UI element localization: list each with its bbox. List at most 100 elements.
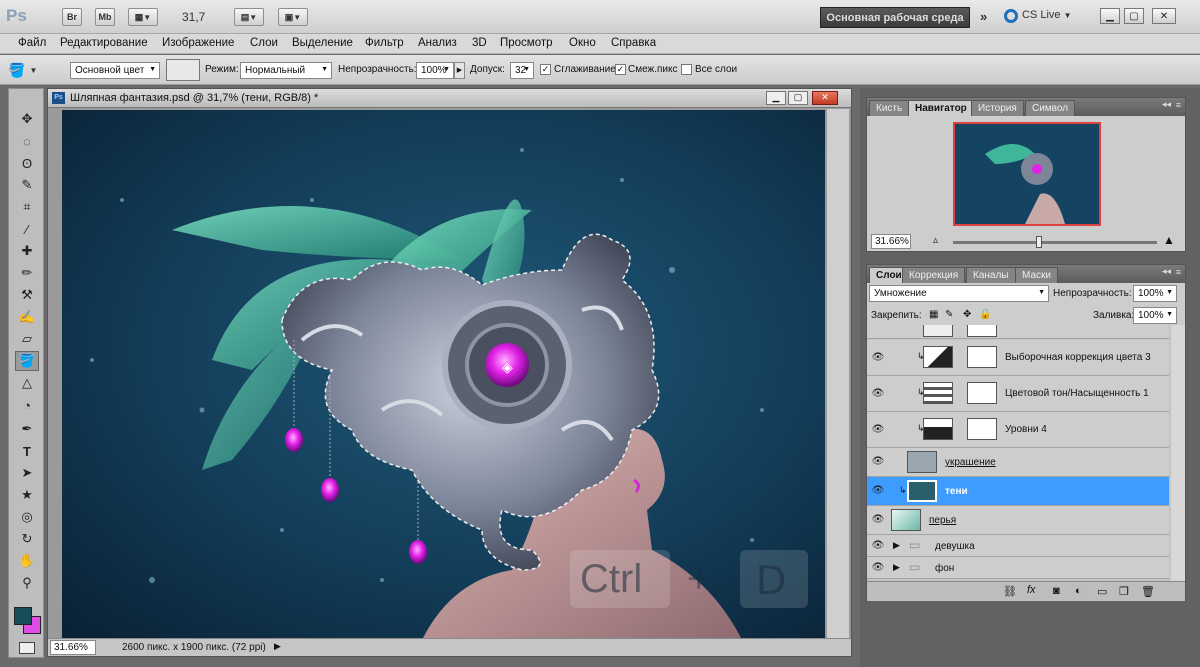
vertical-scrollbar[interactable] (827, 109, 849, 639)
layer-row-partial[interactable] (867, 325, 1169, 339)
new-layer-icon[interactable]: ❐ (1119, 585, 1129, 598)
bridge-button[interactable]: Br (62, 8, 82, 26)
menu-layer[interactable]: Слои (250, 37, 278, 49)
doc-minimize-button[interactable]: ▁ (766, 91, 786, 105)
eraser-tool-icon[interactable]: ▱ (15, 329, 39, 349)
menu-image[interactable]: Изображение (162, 37, 234, 49)
type-tool-icon[interactable]: T (15, 441, 39, 461)
menu-view[interactable]: Просмотр (500, 37, 553, 49)
status-zoom-input[interactable]: 31.66% (50, 640, 96, 655)
image-canvas[interactable]: ◈ Ctrl + D (62, 110, 825, 640)
zoom-tool-icon[interactable]: ⚲ (15, 573, 39, 593)
fill-source-select[interactable]: Основной цвет (70, 62, 160, 79)
eye-icon[interactable]: 👁 (871, 388, 885, 400)
collapse-panel-icon[interactable]: ◂◂ (1162, 99, 1171, 110)
tool-preset-picker[interactable]: 🪣 ▼ (8, 60, 56, 80)
menu-analysis[interactable]: Анализ (418, 37, 457, 49)
foreground-color-swatch[interactable] (14, 607, 32, 625)
minibridge-button[interactable]: Mb (95, 8, 115, 26)
layer-row-hue-saturation[interactable]: 👁 ↳ Цветовой тон/Насыщенность 1 (867, 376, 1169, 412)
tab-navigator[interactable]: Навигатор (908, 100, 974, 116)
add-mask-icon[interactable]: ◙ (1053, 585, 1060, 597)
menu-filter[interactable]: Фильтр (365, 37, 404, 49)
tab-character[interactable]: Символ (1025, 100, 1076, 116)
zoom-in-icon[interactable]: ▲ (1163, 233, 1175, 247)
zoom-slider-thumb[interactable] (1036, 236, 1043, 248)
healing-brush-tool-icon[interactable]: ✚ (15, 241, 39, 261)
layer-name[interactable]: Уровни 4 (1005, 424, 1047, 435)
history-brush-tool-icon[interactable]: ✍ (15, 307, 39, 327)
close-button[interactable]: ✕ (1152, 8, 1176, 24)
menu-edit[interactable]: Редактирование (60, 37, 148, 49)
layer-name[interactable]: тени (945, 486, 968, 497)
lasso-tool-icon[interactable]: ʘ (15, 153, 39, 173)
path-selection-tool-icon[interactable]: ➤ (15, 463, 39, 483)
collapse-panel-icon[interactable]: ◂◂ (1162, 266, 1171, 277)
navigator-zoom-input[interactable]: 31.66% (871, 234, 911, 249)
new-adjustment-icon[interactable]: ◐ (1075, 585, 1082, 597)
quick-selection-tool-icon[interactable]: ✎ (15, 175, 39, 195)
more-workspaces-icon[interactable]: » (980, 9, 987, 24)
lock-all-icon[interactable]: 🔒 (979, 309, 991, 320)
tolerance-input[interactable]: 32 (510, 62, 534, 79)
menu-window[interactable]: Окно (569, 37, 596, 49)
extras-button[interactable]: ▦ ▼ (128, 8, 158, 26)
cs-live-menu[interactable]: CS Live ▼ (1022, 9, 1072, 21)
maximize-button[interactable]: ▢ (1124, 8, 1144, 24)
menu-3d[interactable]: 3D (472, 37, 487, 49)
layer-style-icon[interactable]: fx (1027, 584, 1036, 596)
workspace-switcher[interactable]: Основная рабочая среда (820, 7, 970, 28)
blur-tool-icon[interactable]: △ (15, 373, 39, 393)
tab-brush[interactable]: Кисть (869, 100, 910, 116)
layer-row-feathers[interactable]: 👁 перья (867, 506, 1169, 535)
layer-name[interactable]: перья (929, 515, 956, 526)
layer-name[interactable]: Цветовой тон/Насыщенность 1 (1005, 388, 1149, 399)
tab-history[interactable]: История (971, 100, 1024, 116)
screen-mode-button[interactable]: ▣ ▼ (278, 8, 308, 26)
layer-row-levels[interactable]: 👁 ↳ Уровни 4 (867, 412, 1169, 448)
layer-opacity-input[interactable]: 100% (1133, 285, 1177, 302)
eye-icon[interactable]: 👁 (871, 456, 885, 468)
blend-mode-select[interactable]: Умножение (869, 285, 1049, 302)
menu-help[interactable]: Справка (611, 37, 656, 49)
hand-tool-icon[interactable]: ✋ (15, 551, 39, 571)
minimize-button[interactable]: ▁ (1100, 8, 1120, 24)
contiguous-checkbox[interactable]: ✓ (615, 64, 626, 75)
layer-name[interactable]: фон (935, 563, 954, 574)
delete-layer-icon[interactable]: 🗑 (1141, 585, 1155, 598)
navigator-zoom-slider[interactable] (953, 236, 1157, 248)
fill-input[interactable]: 100% (1133, 307, 1177, 324)
dodge-tool-icon[interactable]: ◔ (15, 395, 39, 415)
opacity-slider-toggle[interactable]: ▶ (454, 62, 465, 79)
layer-row-ornament[interactable]: 👁 украшение (867, 448, 1169, 477)
layer-row-shadows[interactable]: 👁 ↳ тени (867, 477, 1169, 506)
tab-adjustments[interactable]: Коррекция (902, 267, 966, 283)
pattern-picker[interactable] (166, 59, 200, 81)
lock-position-icon[interactable]: ✥ (963, 309, 971, 320)
quick-mask-icon[interactable] (19, 642, 35, 654)
crop-tool-icon[interactable]: ⌗ (15, 197, 39, 217)
tab-channels[interactable]: Каналы (966, 267, 1016, 283)
expand-group-icon[interactable]: ▶ (893, 540, 900, 551)
layer-row-selective-color[interactable]: 👁 ↳ Выборочная коррекция цвета 3 (867, 340, 1169, 376)
eye-icon[interactable]: 👁 (871, 514, 885, 526)
brush-tool-icon[interactable]: ✏ (15, 263, 39, 283)
new-group-icon[interactable]: ▭ (1097, 585, 1107, 598)
panel-menu-icon[interactable]: ≡ (1176, 100, 1181, 110)
navigator-preview[interactable] (953, 122, 1101, 226)
doc-close-button[interactable]: ✕ (812, 91, 838, 105)
panel-menu-icon[interactable]: ≡ (1176, 267, 1181, 277)
eye-icon[interactable]: 👁 (871, 424, 885, 436)
tab-masks[interactable]: Маски (1015, 267, 1058, 283)
zoom-out-icon[interactable]: ▵ (933, 235, 938, 246)
menu-select[interactable]: Выделение (292, 37, 353, 49)
eye-icon[interactable]: 👁 (871, 352, 885, 364)
antialias-checkbox[interactable]: ✓ (540, 64, 551, 75)
all-layers-checkbox[interactable] (681, 64, 692, 75)
zoom-level[interactable]: 31,7 (182, 10, 205, 24)
layer-group-background[interactable]: 👁 ▶ ▭ фон (867, 557, 1169, 579)
arrange-documents-button[interactable]: ▤ ▼ (234, 8, 264, 26)
lock-transparency-icon[interactable]: ▦ (929, 309, 938, 320)
status-menu-arrow-icon[interactable]: ▶ (274, 641, 281, 652)
expand-group-icon[interactable]: ▶ (893, 562, 900, 573)
